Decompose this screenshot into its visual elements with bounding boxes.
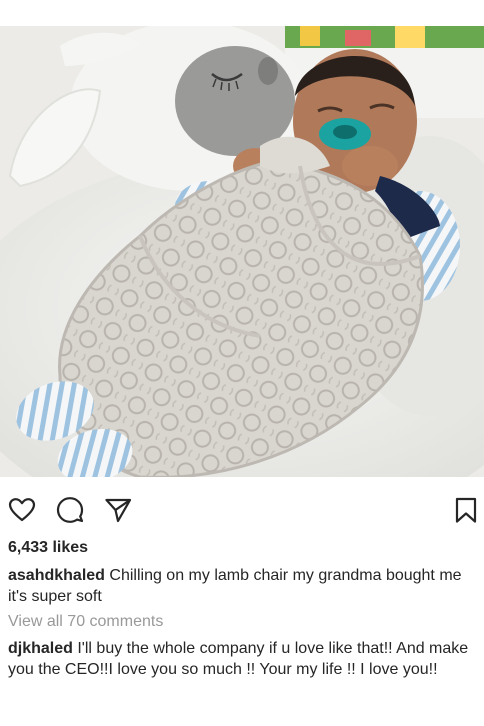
heart-icon[interactable] (8, 496, 36, 524)
post-caption: asahdkhaled Chilling on my lamb chair my… (8, 565, 466, 607)
paper-plane-icon[interactable] (104, 496, 132, 524)
instagram-post: 6,433 likes asahdkhaled Chilling on my l… (0, 0, 484, 726)
caption-username[interactable]: asahdkhaled (8, 567, 105, 584)
post-photo[interactable] (0, 26, 484, 477)
baby-on-lamb-chair-image (0, 26, 484, 477)
comment-username[interactable]: djkhaled (8, 640, 73, 657)
view-all-comments-link[interactable]: View all 70 comments (8, 612, 163, 632)
bookmark-icon[interactable] (452, 496, 480, 524)
comment-text: I'll buy the whole company if u love lik… (8, 640, 469, 678)
likes-count[interactable]: 6,433 likes (8, 538, 88, 558)
post-action-bar (0, 486, 484, 530)
comment-item: djkhaled I'll buy the whole company if u… (8, 638, 474, 680)
comment-icon[interactable] (56, 496, 84, 524)
